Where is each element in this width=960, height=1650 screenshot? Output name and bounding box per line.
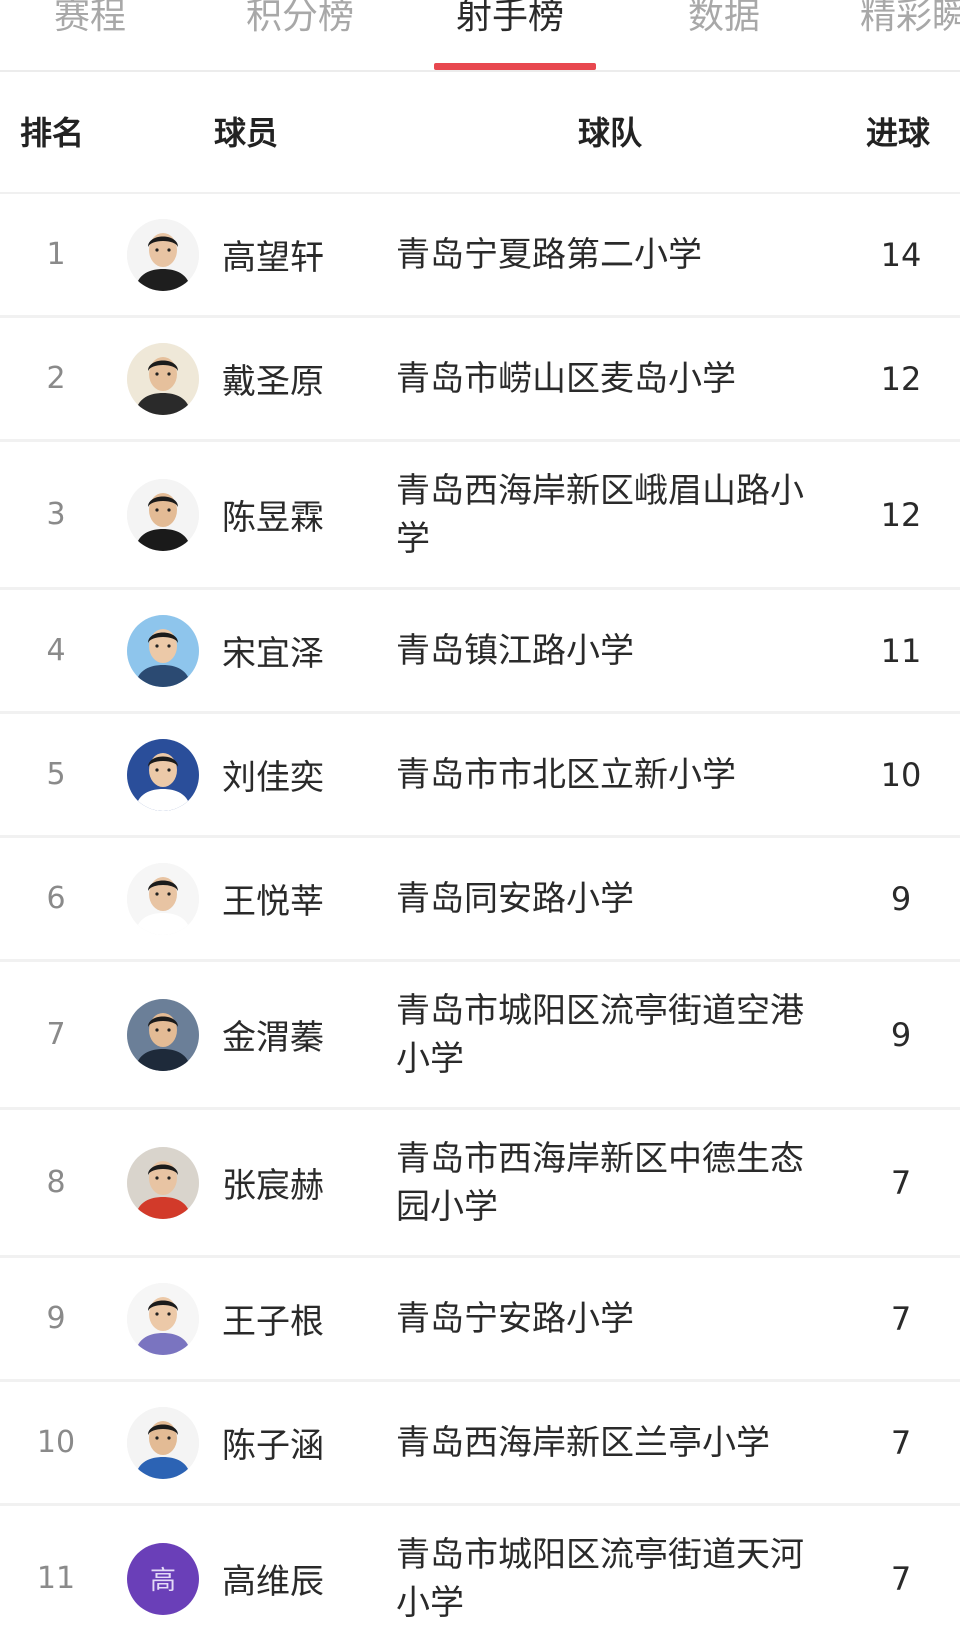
goals-cell: 9 <box>890 1015 912 1054</box>
rank-cell: 7 <box>46 1017 66 1052</box>
goals-cell: 11 <box>880 631 922 670</box>
player-photo-icon <box>127 738 199 811</box>
table-row[interactable]: 8 张宸赫 青岛市西海岸新区中德生态园小学 7 <box>0 1110 960 1258</box>
rank-cell: 8 <box>46 1165 66 1200</box>
player-name[interactable]: 戴圣原 <box>222 318 324 439</box>
rank-cell: 3 <box>46 497 66 532</box>
team-name: 青岛宁安路小学 <box>396 1298 634 1339</box>
team-name: 青岛市城阳区流亭街道空港小学 <box>396 990 804 1079</box>
player-photo-icon <box>127 998 199 1071</box>
rank-cell: 11 <box>36 1561 76 1596</box>
team-name: 青岛市市北区立新小学 <box>396 754 736 795</box>
player-name[interactable]: 陈昱霖 <box>222 442 324 587</box>
player-name[interactable]: 王子根 <box>222 1258 324 1379</box>
player-photo-icon <box>127 1406 199 1479</box>
rank-cell: 6 <box>46 881 66 916</box>
table-row[interactable]: 6 王悦莘 青岛同安路小学 9 <box>0 838 960 962</box>
goals-cell: 10 <box>880 755 922 794</box>
goals-cell: 7 <box>890 1559 912 1598</box>
player-photo-icon <box>127 218 199 291</box>
tab-stats[interactable]: 数据 <box>688 0 760 40</box>
scorers-table: 1 高望轩 青岛宁夏路第二小学 14 2 戴圣原 青岛市崂山区麦岛小学 12 3 陈昱霖 青岛西海岸… <box>0 194 960 1650</box>
table-header: 排名 球员 球队 进球 <box>0 72 960 194</box>
rank-cell: 10 <box>36 1425 76 1460</box>
rank-cell: 1 <box>46 237 66 272</box>
header-goals: 进球 <box>866 114 931 152</box>
player-photo-icon <box>127 1146 199 1219</box>
table-row[interactable]: 10 陈子涵 青岛西海岸新区兰亭小学 7 <box>0 1382 960 1506</box>
tab-highlights[interactable]: 精彩瞬 <box>860 0 960 40</box>
player-photo-icon <box>127 1282 199 1355</box>
player-name[interactable]: 王悦莘 <box>222 838 324 959</box>
player-name[interactable]: 刘佳奕 <box>222 714 324 835</box>
goals-cell: 7 <box>890 1299 912 1338</box>
table-row[interactable]: 5 刘佳奕 青岛市市北区立新小学 10 <box>0 714 960 838</box>
active-tab-indicator <box>434 63 596 70</box>
header-rank: 排名 <box>20 114 85 152</box>
player-name[interactable]: 张宸赫 <box>222 1110 324 1255</box>
tab-standings[interactable]: 积分榜 <box>246 0 354 40</box>
player-name[interactable]: 高望轩 <box>222 194 324 315</box>
goals-cell: 9 <box>890 879 912 918</box>
header-player: 球员 <box>214 114 279 152</box>
goals-cell: 12 <box>880 359 922 398</box>
table-row[interactable]: 7 金渭蓁 青岛市城阳区流亭街道空港小学 9 <box>0 962 960 1110</box>
player-photo-icon <box>127 342 199 415</box>
goals-cell: 12 <box>880 495 922 534</box>
player-photo-icon <box>127 478 199 551</box>
team-name: 青岛同安路小学 <box>396 878 634 919</box>
team-name: 青岛市城阳区流亭街道天河小学 <box>396 1534 804 1623</box>
avatar-letter: 高 <box>127 1542 199 1615</box>
table-row[interactable]: 2 戴圣原 青岛市崂山区麦岛小学 12 <box>0 318 960 442</box>
tab-bar: 赛程 积分榜 射手榜 数据 精彩瞬 <box>0 0 960 72</box>
tab-scorers[interactable]: 射手榜 <box>456 0 564 40</box>
tab-schedule[interactable]: 赛程 <box>54 0 126 40</box>
player-name[interactable]: 宋宜泽 <box>222 590 324 711</box>
team-name: 青岛镇江路小学 <box>396 630 634 671</box>
rank-cell: 5 <box>46 757 66 792</box>
header-team: 球队 <box>578 114 643 152</box>
team-name: 青岛西海岸新区兰亭小学 <box>396 1422 770 1463</box>
table-row[interactable]: 3 陈昱霖 青岛西海岸新区峨眉山路小学 12 <box>0 442 960 590</box>
player-photo-icon <box>127 614 199 687</box>
table-row[interactable]: 4 宋宜泽 青岛镇江路小学 11 <box>0 590 960 714</box>
player-name[interactable]: 陈子涵 <box>222 1382 324 1503</box>
player-photo-icon <box>127 862 199 935</box>
team-name: 青岛宁夏路第二小学 <box>396 234 702 275</box>
player-name[interactable]: 高维辰 <box>222 1506 324 1650</box>
team-name: 青岛市西海岸新区中德生态园小学 <box>396 1138 804 1227</box>
player-name[interactable]: 金渭蓁 <box>222 962 324 1107</box>
table-row[interactable]: 1 高望轩 青岛宁夏路第二小学 14 <box>0 194 960 318</box>
table-row[interactable]: 9 王子根 青岛宁安路小学 7 <box>0 1258 960 1382</box>
team-name: 青岛市崂山区麦岛小学 <box>396 358 736 399</box>
team-name: 青岛西海岸新区峨眉山路小学 <box>396 470 804 559</box>
table-row[interactable]: 11 高高维辰 青岛市城阳区流亭街道天河小学 7 <box>0 1506 960 1650</box>
goals-cell: 14 <box>880 235 922 274</box>
rank-cell: 9 <box>46 1301 66 1336</box>
goals-cell: 7 <box>890 1163 912 1202</box>
rank-cell: 4 <box>46 633 66 668</box>
rank-cell: 2 <box>46 361 66 396</box>
goals-cell: 7 <box>890 1423 912 1462</box>
